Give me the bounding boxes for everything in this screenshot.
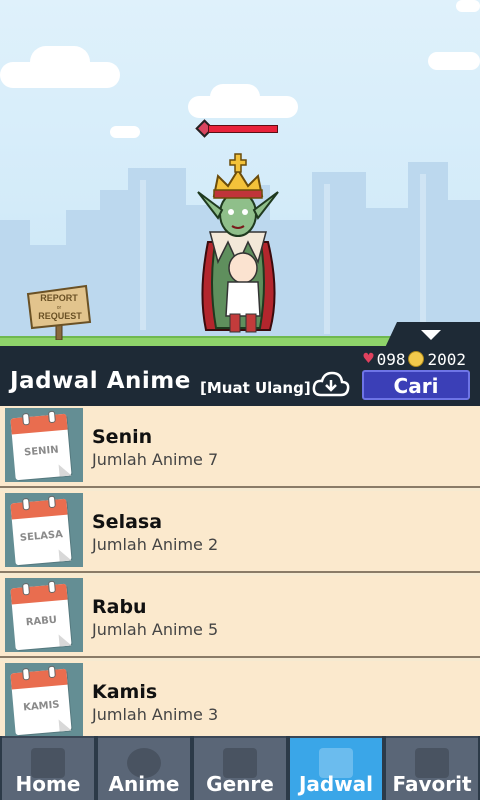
- calendar-day-tag: SENIN: [23, 444, 60, 459]
- day-name: Rabu: [92, 596, 147, 618]
- schedule-header: ♥ 098 2002 Jadwal Anime [Muat Ulang] Car…: [0, 346, 480, 406]
- calendar-thumbnail: RABU: [5, 578, 83, 652]
- tab-home[interactable]: Home: [2, 736, 94, 800]
- tab-anime[interactable]: Anime: [98, 736, 190, 800]
- boss-character[interactable]: [188, 152, 288, 338]
- cloud: [210, 84, 260, 110]
- collapse-tab[interactable]: [383, 322, 480, 348]
- anime-count: Jumlah Anime 7: [92, 450, 219, 469]
- calendar-thumbnail: SENIN: [5, 408, 83, 482]
- tab-favorit[interactable]: Favorit: [386, 736, 478, 800]
- hearts-count: 098: [376, 349, 406, 369]
- list-item[interactable]: RABU Rabu Jumlah Anime 5: [0, 576, 480, 658]
- currency-bar: ♥ 098 2002: [363, 349, 466, 369]
- calendar-thumbnail: KAMIS: [5, 663, 83, 737]
- day-name: Selasa: [92, 511, 163, 533]
- calendar-icon: RABU: [10, 580, 72, 651]
- cloud: [428, 52, 480, 70]
- report-request-sign[interactable]: REPORT or REQUEST: [24, 284, 94, 340]
- list-item[interactable]: SENIN Senin Jumlah Anime 7: [0, 406, 480, 488]
- game-scene[interactable]: REPORT or REQUEST: [0, 0, 480, 348]
- cloud: [110, 126, 140, 138]
- tab-genre[interactable]: Genre: [194, 736, 286, 800]
- anime-count: Jumlah Anime 5: [92, 620, 219, 639]
- anime-count: Jumlah Anime 2: [92, 535, 219, 554]
- cloud-download-icon[interactable]: [312, 370, 350, 398]
- coin-icon: [408, 351, 425, 367]
- calendar-icon: SENIN: [10, 410, 72, 481]
- coins-count: 2002: [427, 349, 466, 369]
- bottom-navigation: Home Anime Genre Jadwal Favorit: [0, 736, 480, 800]
- tab-label: Jadwal: [298, 772, 374, 796]
- reload-button[interactable]: [Muat Ulang]: [200, 379, 311, 397]
- tab-label: Home: [15, 772, 81, 796]
- sign-line-3: REQUEST: [38, 311, 82, 321]
- search-button[interactable]: Cari: [362, 370, 470, 400]
- tab-label: Genre: [206, 772, 274, 796]
- calendar-day-tag: KAMIS: [22, 699, 60, 714]
- page-title: Jadwal Anime: [10, 368, 191, 394]
- list-item[interactable]: SELASA Selasa Jumlah Anime 2: [0, 491, 480, 573]
- day-name: Kamis: [92, 681, 158, 703]
- list-item[interactable]: KAMIS Kamis Jumlah Anime 3: [0, 661, 480, 743]
- boss-health-bar: [195, 119, 278, 138]
- tab-jadwal[interactable]: Jadwal: [290, 736, 382, 800]
- calendar-icon: KAMIS: [10, 665, 72, 736]
- cloud: [30, 46, 90, 78]
- anime-count: Jumlah Anime 3: [92, 705, 219, 724]
- tab-label: Anime: [108, 772, 180, 796]
- calendar-day-tag: SELASA: [19, 529, 64, 544]
- calendar-day-tag: RABU: [25, 614, 58, 629]
- schedule-list: SENIN Senin Jumlah Anime 7 SELASA Selasa…: [0, 406, 480, 746]
- health-fill: [208, 125, 278, 133]
- day-name: Senin: [92, 426, 153, 448]
- calendar-thumbnail: SELASA: [5, 493, 83, 567]
- sign-line-1: REPORT: [40, 293, 78, 303]
- calendar-icon: SELASA: [10, 495, 72, 566]
- cloud: [456, 0, 480, 12]
- tab-label: Favorit: [392, 772, 472, 796]
- heart-icon: ♥: [363, 349, 374, 369]
